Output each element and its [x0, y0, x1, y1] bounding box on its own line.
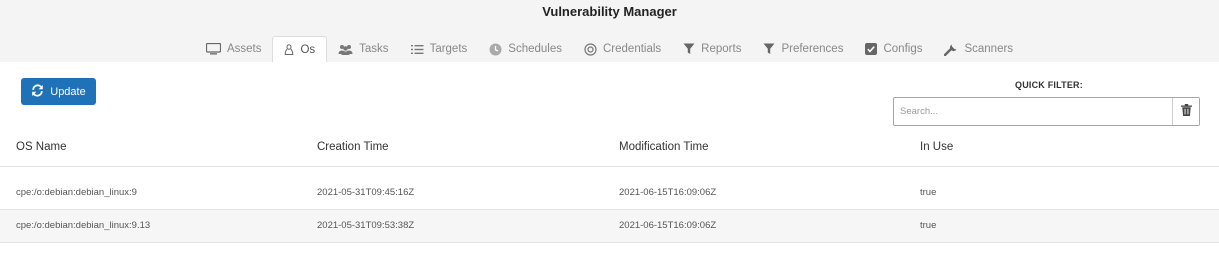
tab-preferences[interactable]: Preferences	[752, 36, 854, 62]
tab-schedules[interactable]: Schedules	[478, 36, 573, 62]
checkbox-icon	[865, 43, 878, 55]
tab-credentials[interactable]: Credentials	[573, 36, 672, 62]
cell-in-use: true	[920, 187, 937, 198]
filter-icon	[763, 43, 775, 55]
linux-icon	[284, 43, 294, 56]
table-row[interactable]: cpe:/o:debian:debian_linux:9 2021-05-31T…	[0, 177, 1219, 210]
tab-scanners[interactable]: Scanners	[933, 36, 1024, 62]
column-header-creation-time[interactable]: Creation Time	[317, 141, 389, 153]
wrench-icon	[944, 43, 958, 56]
quick-filter-label: QUICK FILTER:	[1015, 80, 1083, 90]
clear-filter-button[interactable]	[1172, 98, 1199, 125]
users-icon	[338, 44, 353, 55]
cell-modification-time: 2021-06-15T16:09:06Z	[619, 220, 717, 231]
tab-assets[interactable]: Assets	[195, 36, 273, 62]
tab-label: Targets	[429, 43, 468, 55]
tab-targets[interactable]: Targets	[400, 36, 479, 62]
cell-creation-time: 2021-05-31T09:45:16Z	[317, 187, 415, 198]
table-row[interactable]: cpe:/o:debian:debian_linux:9.13 2021-05-…	[0, 210, 1219, 243]
main-tabs: Assets Os Tasks Targets Schedules Creden…	[0, 36, 1219, 62]
update-button-label: Update	[50, 85, 86, 98]
tab-reports[interactable]: Reports	[672, 36, 752, 62]
column-header-modification-time[interactable]: Modification Time	[619, 141, 708, 153]
tab-configs[interactable]: Configs	[854, 36, 933, 62]
table-header-divider	[0, 166, 1219, 167]
tab-label: Scanners	[964, 43, 1014, 55]
search-input[interactable]	[894, 98, 1172, 125]
target-icon	[584, 42, 597, 56]
column-header-os-name[interactable]: OS Name	[16, 141, 67, 153]
tab-label: Credentials	[603, 43, 662, 55]
tab-os[interactable]: Os	[272, 36, 328, 62]
clock-icon	[489, 43, 502, 56]
cell-creation-time: 2021-05-31T09:53:38Z	[317, 220, 415, 231]
tab-label: Os	[300, 43, 316, 56]
tab-label: Configs	[883, 43, 923, 55]
list-icon	[410, 44, 424, 55]
cell-in-use: true	[920, 220, 937, 231]
column-header-in-use[interactable]: In Use	[920, 141, 953, 153]
tab-label: Schedules	[508, 43, 562, 55]
tab-label: Assets	[226, 43, 262, 55]
tab-label: Tasks	[359, 43, 389, 55]
refresh-icon	[31, 83, 44, 100]
tab-label: Preferences	[781, 43, 844, 55]
update-button[interactable]: Update	[21, 78, 96, 105]
app-title: Vulnerability Manager	[542, 4, 677, 19]
filter-icon	[683, 43, 695, 55]
tab-label: Reports	[701, 43, 742, 55]
trash-icon	[1180, 104, 1192, 119]
cell-os-name: cpe:/o:debian:debian_linux:9	[16, 187, 137, 198]
tab-tasks[interactable]: Tasks	[327, 36, 399, 62]
cell-os-name: cpe:/o:debian:debian_linux:9.13	[16, 220, 151, 231]
quick-filter	[893, 97, 1200, 126]
cell-modification-time: 2021-06-15T16:09:06Z	[619, 187, 717, 198]
monitor-icon	[205, 43, 221, 55]
os-panel: Update QUICK FILTER: OS Name Creation Ti…	[0, 62, 1219, 256]
